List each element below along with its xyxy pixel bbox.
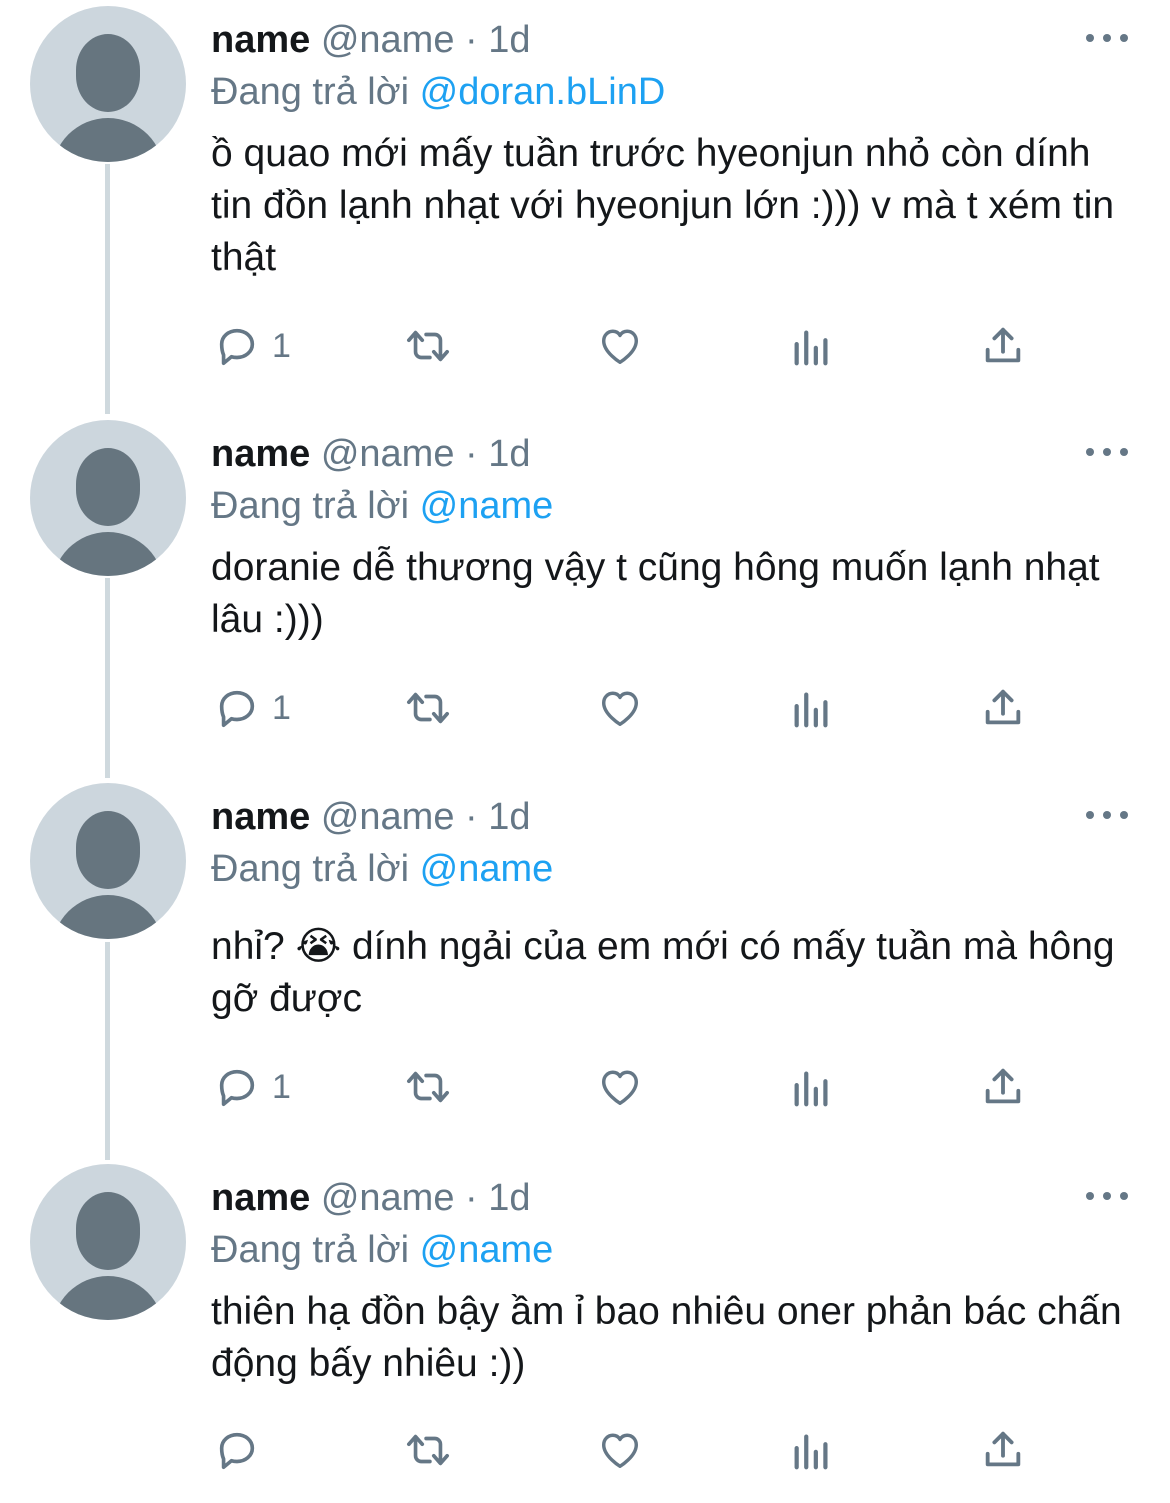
tweet-header: name @name · 1d	[211, 14, 531, 66]
handle-and-time: @name · 1d	[320, 433, 531, 475]
views-button[interactable]	[790, 316, 834, 376]
retweet-button[interactable]	[400, 316, 456, 376]
replying-to: Đang trả lời @name	[211, 480, 553, 532]
avatar[interactable]	[30, 6, 186, 162]
action-bar: 1	[0, 678, 1170, 738]
tweet-header: name @name · 1d	[211, 428, 531, 480]
avatar[interactable]	[30, 783, 186, 939]
avatar[interactable]	[30, 1164, 186, 1320]
replying-to: Đang trả lời @doran.bLinD	[211, 66, 665, 118]
views-button[interactable]	[790, 1420, 834, 1480]
replying-to-label: Đang trả lời	[211, 848, 410, 890]
share-button[interactable]	[980, 316, 1026, 376]
display-name[interactable]: name	[211, 796, 310, 838]
action-bar	[0, 1420, 1170, 1480]
reply-button[interactable]	[214, 1420, 272, 1480]
tweet-text: thiên hạ đồn bậy ầm ỉ bao nhiêu oner phả…	[211, 1290, 1122, 1385]
reply-icon	[219, 1069, 255, 1107]
analytics-icon	[794, 1071, 828, 1107]
replying-to: Đang trả lời @name	[211, 1224, 553, 1276]
heart-icon	[601, 329, 639, 365]
replying-to-label: Đang trả lời	[211, 71, 410, 113]
like-button[interactable]	[596, 316, 644, 376]
action-bar: 1	[0, 1057, 1170, 1117]
more-dots-icon[interactable]	[1086, 805, 1128, 825]
retweet-icon	[407, 1071, 449, 1103]
reply-button[interactable]: 1	[214, 316, 291, 376]
analytics-icon	[794, 330, 828, 366]
tweet-text: doranie dễ thương vậy t cũng hông muốn l…	[211, 546, 1100, 641]
heart-icon	[601, 691, 639, 727]
tweet-text: nhỉ? 😭 dính ngải của em mới có mấy tuần …	[211, 925, 1115, 1020]
display-name[interactable]: name	[211, 19, 310, 61]
replying-to-label: Đang trả lời	[211, 485, 410, 527]
replying-to-handle[interactable]: @doran.bLinD	[420, 71, 666, 113]
action-bar: 1	[0, 316, 1170, 376]
reply-count: 1	[272, 688, 291, 727]
retweet-icon	[407, 1434, 449, 1466]
retweet-icon	[407, 692, 449, 724]
share-icon	[985, 689, 1021, 725]
tweet-text: ồ quao mới mấy tuần trước hyeonjun nhỏ c…	[211, 132, 1115, 279]
like-button[interactable]	[596, 1420, 644, 1480]
tweet[interactable]: name @name · 1d Đang trả lời @name thiên…	[0, 1164, 1170, 1494]
reply-count: 1	[272, 326, 291, 365]
reply-button[interactable]: 1	[214, 1057, 291, 1117]
tweet[interactable]: name @name · 1d Đang trả lời @doran.bLin…	[0, 6, 1170, 406]
more-dots-icon[interactable]	[1086, 442, 1128, 462]
like-button[interactable]	[596, 1057, 644, 1117]
display-name[interactable]: name	[211, 1177, 310, 1219]
retweet-icon	[407, 330, 449, 362]
reply-icon	[219, 328, 255, 366]
tweet-header: name @name · 1d	[211, 1172, 531, 1224]
views-button[interactable]	[790, 1057, 834, 1117]
replying-to-handle[interactable]: @name	[420, 848, 554, 890]
share-button[interactable]	[980, 678, 1026, 738]
tweet[interactable]: name @name · 1d Đang trả lời @name doran…	[0, 420, 1170, 780]
more-dots-icon[interactable]	[1086, 28, 1128, 48]
retweet-button[interactable]	[400, 1420, 456, 1480]
handle-and-time: @name · 1d	[320, 796, 531, 838]
handle-and-time: @name · 1d	[320, 1177, 531, 1219]
reply-icon	[219, 690, 255, 728]
analytics-icon	[794, 1434, 828, 1470]
views-button[interactable]	[790, 678, 834, 738]
tweet-header: name @name · 1d	[211, 791, 531, 843]
heart-icon	[601, 1070, 639, 1106]
share-icon	[985, 1431, 1021, 1467]
tweet[interactable]: name @name · 1d Đang trả lời @name nhỉ? …	[0, 783, 1170, 1158]
share-icon	[985, 327, 1021, 363]
handle-and-time: @name · 1d	[320, 19, 531, 61]
share-button[interactable]	[980, 1420, 1026, 1480]
replying-to-handle[interactable]: @name	[420, 1229, 554, 1271]
replying-to: Đang trả lời @name	[211, 843, 553, 895]
more-dots-icon[interactable]	[1086, 1186, 1128, 1206]
heart-icon	[601, 1433, 639, 1469]
share-button[interactable]	[980, 1057, 1026, 1117]
retweet-button[interactable]	[400, 678, 456, 738]
reply-icon	[219, 1432, 255, 1470]
analytics-icon	[794, 692, 828, 728]
display-name[interactable]: name	[211, 433, 310, 475]
replying-to-handle[interactable]: @name	[420, 485, 554, 527]
like-button[interactable]	[596, 678, 644, 738]
avatar[interactable]	[30, 420, 186, 576]
reply-button[interactable]: 1	[214, 678, 291, 738]
replying-to-label: Đang trả lời	[211, 1229, 410, 1271]
share-icon	[985, 1068, 1021, 1104]
retweet-button[interactable]	[400, 1057, 456, 1117]
reply-count: 1	[272, 1067, 291, 1106]
